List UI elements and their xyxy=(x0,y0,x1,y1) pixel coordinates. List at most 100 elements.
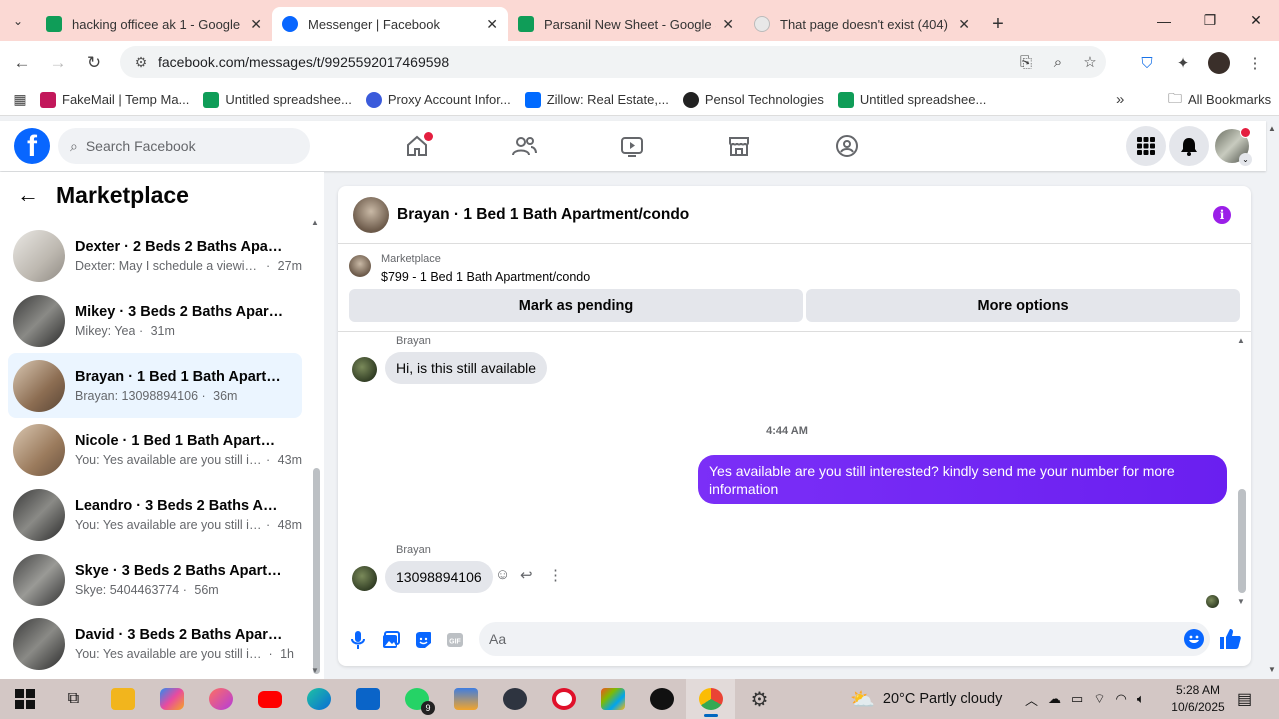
incoming-message[interactable]: Hi, is this still available xyxy=(385,352,548,384)
bookmark-star-icon[interactable]: ☆ xyxy=(1074,53,1106,71)
listing-title[interactable]: $799 - 1 Bed 1 Bath Apartment/condo xyxy=(381,270,590,284)
app-icon-dark[interactable] xyxy=(490,679,539,719)
back-arrow-icon[interactable]: ← xyxy=(0,182,56,208)
chevron-up-icon[interactable]: ︿ xyxy=(1025,690,1038,709)
bookmark-item[interactable]: Untitled spreadshee... xyxy=(203,91,352,108)
apps-grid-icon[interactable]: ▦ xyxy=(0,91,40,108)
thread-scrollbar[interactable] xyxy=(1238,489,1246,593)
outlook-icon[interactable] xyxy=(343,679,392,719)
chat-list-item[interactable]: Brayan · 1 Bed 1 Bath Apartment... Brayan… xyxy=(8,353,302,419)
scroll-down-arrow-icon[interactable]: ▼ xyxy=(311,666,319,675)
scroll-up-arrow-icon[interactable]: ▲ xyxy=(1237,336,1245,345)
close-window-icon[interactable]: ✕ xyxy=(1233,0,1279,41)
search-input[interactable] xyxy=(85,138,286,154)
tab-sheet-parsanil[interactable]: Parsanil New Sheet - Google Sh ✕ xyxy=(508,7,744,41)
close-tab-icon[interactable]: ✕ xyxy=(486,16,498,33)
notification-center-icon[interactable]: ▤ xyxy=(1237,689,1252,709)
page-scroll-up-arrow-icon[interactable]: ▲ xyxy=(1268,124,1276,133)
tab-messenger[interactable]: Messenger | Facebook ✕ xyxy=(272,7,508,41)
thumbs-up-icon[interactable] xyxy=(1218,627,1242,656)
outgoing-message[interactable]: Yes available are you still interested? … xyxy=(698,455,1227,504)
chevron-right-double-icon[interactable]: » xyxy=(1116,91,1124,108)
more-options-button[interactable]: More options xyxy=(806,289,1240,322)
incoming-message[interactable]: 13098894106 xyxy=(385,561,493,593)
sender-avatar[interactable] xyxy=(352,357,377,382)
scroll-down-arrow-icon[interactable]: ▼ xyxy=(1237,597,1245,606)
conversation-title[interactable]: Brayan · 1 Bed 1 Bath Apartment/condo xyxy=(397,206,689,224)
react-emoji-icon[interactable]: ☺ xyxy=(495,566,510,583)
bookmark-item[interactable]: Untitled spreadshee... xyxy=(837,91,986,108)
system-clock[interactable]: 5:28 AM 10/6/2025 xyxy=(1170,682,1226,716)
nav-home[interactable] xyxy=(387,121,447,171)
reload-icon[interactable]: ↻ xyxy=(76,45,112,81)
tab-search-dropdown[interactable]: ⌄ xyxy=(0,0,36,41)
microsoft-store-icon[interactable] xyxy=(588,679,637,719)
chat-list-item[interactable]: Nicole · 1 Bed 1 Bath Apartment... You: Y… xyxy=(8,418,302,483)
chat-list-item[interactable]: Dexter · 2 Beds 2 Baths Apartm... Dexter:… xyxy=(8,224,302,289)
nav-friends[interactable] xyxy=(494,121,554,171)
extensions-puzzle-icon[interactable]: ✦ xyxy=(1165,47,1201,79)
close-tab-icon[interactable]: ✕ xyxy=(722,16,734,33)
task-view-icon[interactable]: ⧉ xyxy=(49,679,98,719)
scroll-up-arrow-icon[interactable]: ▲ xyxy=(311,218,319,227)
nav-marketplace[interactable] xyxy=(709,121,769,171)
bookmark-item[interactable]: Pensol Technologies xyxy=(682,91,824,108)
volume-icon[interactable]: 🔈︎ xyxy=(1137,691,1145,707)
network-icon[interactable]: ⌔ xyxy=(1093,691,1105,707)
battery-icon[interactable]: ▭ xyxy=(1071,691,1083,707)
bookmark-item[interactable]: Proxy Account Infor... xyxy=(365,91,511,108)
close-tab-icon[interactable]: ✕ xyxy=(958,16,970,33)
emoji-icon[interactable] xyxy=(1184,629,1204,649)
edge-icon[interactable] xyxy=(294,679,343,719)
settings-gear-icon[interactable]: ⚙ xyxy=(735,679,784,719)
menu-kebab-icon[interactable]: ⋮ xyxy=(1237,47,1273,79)
tab-sheet-hacking[interactable]: hacking officee ak 1 - Google Sh ✕ xyxy=(36,7,272,41)
minimize-icon[interactable]: — xyxy=(1141,0,1187,41)
account-avatar[interactable]: ⌄ xyxy=(1215,127,1252,166)
profile-avatar-icon[interactable] xyxy=(1201,47,1237,79)
tab-404[interactable]: That page doesn't exist (404) - F ✕ xyxy=(744,7,980,41)
new-tab-button[interactable]: + xyxy=(980,7,1016,41)
url-text[interactable]: facebook.com/messages/t/9925592017469598 xyxy=(158,54,1010,70)
address-bar[interactable]: ⚙ facebook.com/messages/t/99255920174695… xyxy=(120,46,1106,78)
gif-icon[interactable]: GIF xyxy=(445,630,465,650)
opera-icon[interactable] xyxy=(539,679,588,719)
nav-groups[interactable] xyxy=(817,121,877,171)
photo-icon[interactable] xyxy=(381,630,401,650)
mark-as-pending-button[interactable]: Mark as pending xyxy=(349,289,803,322)
chat-list-item[interactable]: David · 3 Beds 2 Baths Apartme... You: Ye… xyxy=(8,612,302,677)
microphone-icon[interactable] xyxy=(348,630,368,650)
close-tab-icon[interactable]: ✕ xyxy=(250,16,262,33)
back-arrow-icon[interactable]: ← xyxy=(4,45,40,81)
chat-list-scrollbar[interactable] xyxy=(313,468,320,674)
bookmark-item[interactable]: Zillow: Real Estate,... xyxy=(524,91,669,108)
onedrive-cloud-icon[interactable]: ☁ xyxy=(1048,691,1061,707)
youtube-icon[interactable] xyxy=(245,679,294,719)
install-app-icon[interactable]: ⎘ xyxy=(1010,54,1042,71)
chat-list-item[interactable]: Mikey · 3 Beds 2 Baths Apartme... Mikey: … xyxy=(8,289,302,354)
message-input[interactable] xyxy=(489,631,1149,647)
restore-icon[interactable]: ❐ xyxy=(1187,0,1233,41)
info-icon[interactable]: i xyxy=(1213,206,1231,224)
chrome-icon[interactable] xyxy=(686,679,735,719)
forward-arrow-icon[interactable]: → xyxy=(40,45,76,81)
all-bookmarks-button[interactable]: 🗀 All Bookmarks xyxy=(1168,88,1271,112)
notifications-button[interactable] xyxy=(1169,126,1209,166)
whatsapp-icon[interactable]: 9 xyxy=(392,679,441,719)
weather-widget[interactable]: ⛅ 20°C Partly cloudy xyxy=(850,679,1002,719)
facebook-logo-icon[interactable]: f xyxy=(14,128,50,164)
listing-thumbnail[interactable] xyxy=(349,255,371,277)
menu-button[interactable] xyxy=(1126,126,1166,166)
app-icon-trophy[interactable] xyxy=(441,679,490,719)
app-icon-pink[interactable] xyxy=(196,679,245,719)
chat-list-item[interactable]: Skye · 3 Beds 2 Baths Apartmen... Skye: 5… xyxy=(8,547,302,612)
bookmark-item[interactable]: FakeMail | Temp Ma... xyxy=(40,91,189,108)
windows-start-icon[interactable] xyxy=(0,679,49,719)
file-explorer-icon[interactable] xyxy=(98,679,147,719)
shield-extension-icon[interactable]: ⛉ xyxy=(1129,47,1165,79)
sender-avatar[interactable] xyxy=(352,566,377,591)
conversation-avatar[interactable] xyxy=(353,196,389,233)
more-kebab-icon[interactable]: ⋮ xyxy=(548,566,563,584)
zoom-icon[interactable]: ⌕ xyxy=(1042,54,1074,71)
message-input-box[interactable] xyxy=(479,622,1210,656)
